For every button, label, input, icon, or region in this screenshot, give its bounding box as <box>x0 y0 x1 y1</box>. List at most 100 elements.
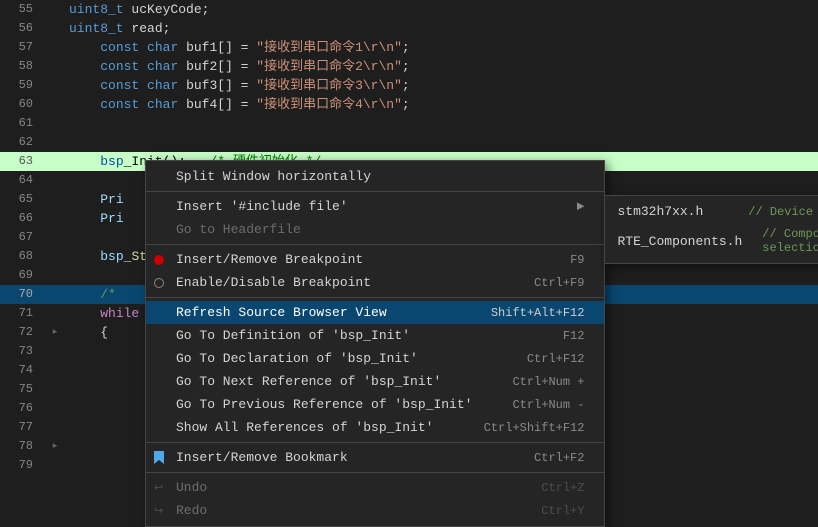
line-number-63: 63 <box>0 152 45 171</box>
line-number-69: 69 <box>0 266 45 285</box>
code-line-55: 55 uint8_t ucKeyCode; <box>0 0 818 19</box>
line-number-65: 65 <box>0 190 45 209</box>
line-content-56: uint8_t read; <box>65 19 818 38</box>
menu-shortcut-go-to-definition: F12 <box>563 329 585 343</box>
menu-separator-1 <box>146 191 604 192</box>
menu-shortcut-show-all: Ctrl+Shift+F12 <box>484 421 585 435</box>
menu-item-split-window[interactable]: Split Window horizontally <box>146 165 604 188</box>
menu-shortcut-go-to-prev: Ctrl+Num - <box>512 398 584 412</box>
gutter-72: ▸ <box>45 328 65 338</box>
breakpoint-icon <box>154 255 164 265</box>
line-content-55: uint8_t ucKeyCode; <box>65 0 818 19</box>
code-line-59: 59 const char buf3[] = "接收到串口命令3\r\n"; <box>0 76 818 95</box>
menu-shortcut-go-to-declaration: Ctrl+F12 <box>527 352 585 366</box>
menu-shortcut-enable-breakpoint: Ctrl+F9 <box>534 276 584 290</box>
context-menu: Split Window horizontally Insert '#inclu… <box>145 160 605 527</box>
line-number-59: 59 <box>0 76 45 95</box>
line-content-60: const char buf4[] = "接收到串口命令4\r\n"; <box>65 95 818 114</box>
menu-item-redo: ↪ Redo Ctrl+Y <box>146 499 604 522</box>
menu-label-undo: Undo <box>176 480 501 495</box>
line-number-56: 56 <box>0 19 45 38</box>
redo-icon: ↪ <box>154 504 163 518</box>
line-number-79: 79 <box>0 456 45 475</box>
include-filename-1: stm32h7xx.h <box>617 204 728 219</box>
line-number-60: 60 <box>0 95 45 114</box>
code-line-58: 58 const char buf2[] = "接收到串口命令2\r\n"; <box>0 57 818 76</box>
line-number-75: 75 <box>0 380 45 399</box>
line-content-57: const char buf1[] = "接收到串口命令1\r\n"; <box>65 38 818 57</box>
line-number-66: 66 <box>0 209 45 228</box>
menu-label-show-all: Show All References of 'bsp_Init' <box>176 420 444 435</box>
line-content-58: const char buf2[] = "接收到串口命令2\r\n"; <box>65 57 818 76</box>
fold-arrow-78[interactable]: ▸ <box>50 442 60 452</box>
menu-separator-2 <box>146 244 604 245</box>
line-number-62: 62 <box>0 133 45 152</box>
bookmark-icon <box>154 451 164 464</box>
code-line-57: 57 const char buf1[] = "接收到串口命令1\r\n"; <box>0 38 818 57</box>
line-number-67: 67 <box>0 228 45 247</box>
line-content-59: const char buf3[] = "接收到串口命令3\r\n"; <box>65 76 818 95</box>
line-number-57: 57 <box>0 38 45 57</box>
menu-item-insert-bookmark[interactable]: Insert/Remove Bookmark Ctrl+F2 <box>146 446 604 469</box>
menu-item-insert-include[interactable]: Insert '#include file' ► stm32h7xx.h // … <box>146 195 604 218</box>
code-line-56: 56 uint8_t read; <box>0 19 818 38</box>
code-line-62: 62 <box>0 133 818 152</box>
line-number-78: 78 <box>0 437 45 456</box>
submenu-arrow-include: ► <box>577 199 585 214</box>
menu-label-go-to-declaration: Go To Declaration of 'bsp_Init' <box>176 351 487 366</box>
menu-item-show-all[interactable]: Show All References of 'bsp_Init' Ctrl+S… <box>146 416 604 439</box>
line-number-58: 58 <box>0 57 45 76</box>
line-number-76: 76 <box>0 399 45 418</box>
menu-shortcut-go-to-next: Ctrl+Num + <box>512 375 584 389</box>
menu-item-refresh-source[interactable]: Refresh Source Browser View Shift+Alt+F1… <box>146 301 604 324</box>
menu-item-go-to-definition[interactable]: Go To Definition of 'bsp_Init' F12 <box>146 324 604 347</box>
code-editor: 55 uint8_t ucKeyCode; 56 uint8_t read; 5… <box>0 0 818 523</box>
line-number-70: 70 <box>0 285 45 304</box>
menu-label-insert-breakpoint: Insert/Remove Breakpoint <box>176 252 530 267</box>
include-comment-2: // Component selection <box>762 227 818 255</box>
submenu-item-rte[interactable]: RTE_Components.h // Component selection <box>605 223 818 259</box>
line-number-71: 71 <box>0 304 45 323</box>
menu-shortcut-undo: Ctrl+Z <box>541 481 584 495</box>
menu-item-go-to-next[interactable]: Go To Next Reference of 'bsp_Init' Ctrl+… <box>146 370 604 393</box>
include-filename-2: RTE_Components.h <box>617 234 742 249</box>
menu-separator-4 <box>146 442 604 443</box>
menu-item-go-to-headerfile: Go to Headerfile <box>146 218 604 241</box>
menu-separator-5 <box>146 472 604 473</box>
menu-item-enable-breakpoint[interactable]: Enable/Disable Breakpoint Ctrl+F9 <box>146 271 604 294</box>
menu-label-refresh-source: Refresh Source Browser View <box>176 305 451 320</box>
menu-label-redo: Redo <box>176 503 501 518</box>
line-number-61: 61 <box>0 114 45 133</box>
menu-label-insert-include: Insert '#include file' <box>176 199 569 214</box>
menu-separator-3 <box>146 297 604 298</box>
include-comment-1: // Device header <box>748 205 818 219</box>
menu-shortcut-refresh-source: Shift+Alt+F12 <box>491 306 585 320</box>
menu-label-enable-breakpoint: Enable/Disable Breakpoint <box>176 275 494 290</box>
menu-item-go-to-declaration[interactable]: Go To Declaration of 'bsp_Init' Ctrl+F12 <box>146 347 604 370</box>
fold-arrow-72[interactable]: ▸ <box>50 328 60 338</box>
code-line-61: 61 <box>0 114 818 133</box>
submenu-item-stm32[interactable]: stm32h7xx.h // Device header <box>605 200 818 223</box>
line-number-74: 74 <box>0 361 45 380</box>
line-number-72: 72 <box>0 323 45 342</box>
undo-icon: ↩ <box>154 481 163 495</box>
menu-shortcut-redo: Ctrl+Y <box>541 504 584 518</box>
gutter-78: ▸ <box>45 442 65 452</box>
menu-shortcut-insert-bookmark: Ctrl+F2 <box>534 451 584 465</box>
menu-label-go-to-next: Go To Next Reference of 'bsp_Init' <box>176 374 472 389</box>
menu-label-insert-bookmark: Insert/Remove Bookmark <box>176 450 494 465</box>
menu-label-go-to-headerfile: Go to Headerfile <box>176 222 584 237</box>
breakpoint-circle-icon <box>154 278 164 288</box>
line-number-73: 73 <box>0 342 45 361</box>
menu-label-go-to-definition: Go To Definition of 'bsp_Init' <box>176 328 523 343</box>
line-number-68: 68 <box>0 247 45 266</box>
menu-item-go-to-prev[interactable]: Go To Previous Reference of 'bsp_Init' C… <box>146 393 604 416</box>
line-number-64: 64 <box>0 171 45 190</box>
include-submenu: stm32h7xx.h // Device header RTE_Compone… <box>604 195 818 264</box>
menu-label-split-window: Split Window horizontally <box>176 169 584 184</box>
menu-item-insert-breakpoint[interactable]: Insert/Remove Breakpoint F9 <box>146 248 604 271</box>
menu-shortcut-insert-breakpoint: F9 <box>570 253 584 267</box>
code-line-60: 60 const char buf4[] = "接收到串口命令4\r\n"; <box>0 95 818 114</box>
menu-item-undo: ↩ Undo Ctrl+Z <box>146 476 604 499</box>
menu-label-go-to-prev: Go To Previous Reference of 'bsp_Init' <box>176 397 472 412</box>
